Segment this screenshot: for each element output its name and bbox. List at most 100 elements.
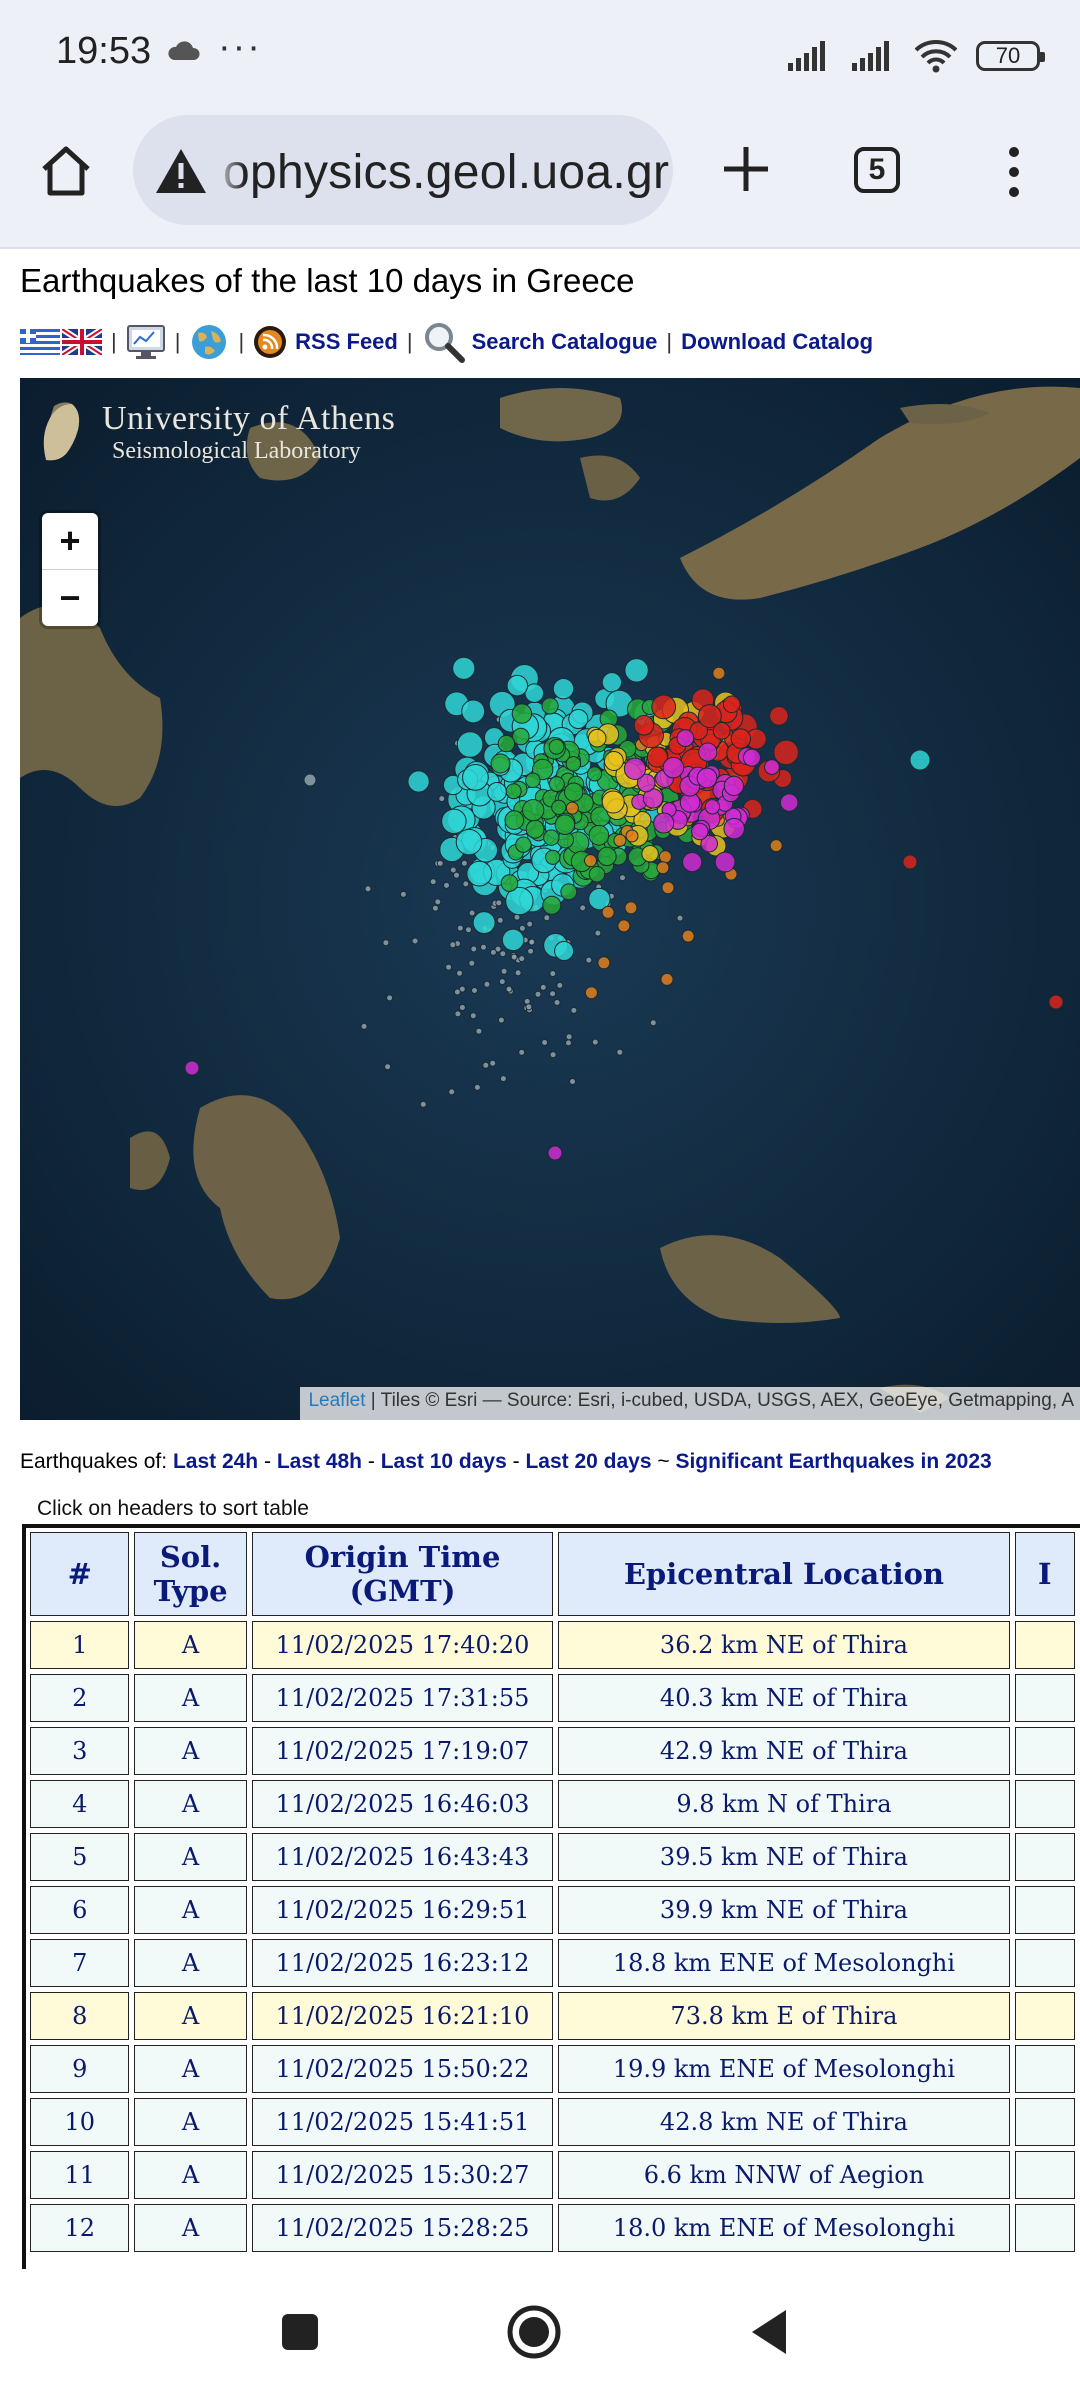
- quake-marker-green[interactable]: [545, 849, 561, 865]
- table-row[interactable]: 7 A 11/02/2025 16:23:12 18.8 km ENE of Meso…: [30, 1939, 1075, 1987]
- quake-marker-orange[interactable]: [769, 839, 783, 853]
- greek-flag-icon[interactable]: [20, 329, 60, 355]
- table-row[interactable]: 8 A 11/02/2025 16:21:10 73.8 km E of Thira: [30, 1992, 1075, 2040]
- quake-marker-orange[interactable]: [584, 854, 597, 868]
- quake-marker-cyan[interactable]: [461, 699, 486, 724]
- quake-marker-small[interactable]: [456, 969, 463, 977]
- quake-marker-orange[interactable]: [658, 850, 672, 864]
- quake-marker-magenta[interactable]: [184, 1060, 200, 1076]
- quake-marker-red[interactable]: [902, 854, 918, 870]
- earthquake-map[interactable]: University of Athens Seismological Labor…: [20, 378, 1080, 1420]
- quake-marker-small[interactable]: [534, 990, 542, 998]
- quake-marker-green[interactable]: [548, 738, 565, 755]
- quake-marker-small[interactable]: [364, 885, 372, 893]
- quake-marker-green[interactable]: [522, 798, 545, 822]
- quake-marker-magenta[interactable]: [723, 775, 745, 797]
- quake-marker-cyan[interactable]: [601, 672, 623, 693]
- quake-marker-cyan[interactable]: [909, 749, 931, 771]
- quake-marker-small[interactable]: [510, 953, 518, 961]
- quake-marker-red[interactable]: [730, 728, 752, 749]
- quake-marker-orange[interactable]: [660, 972, 674, 986]
- quake-marker-small[interactable]: [499, 1075, 507, 1083]
- quake-marker-cyan[interactable]: [441, 808, 467, 835]
- table-row[interactable]: 2 A 11/02/2025 17:31:55 40.3 km NE of Thira: [30, 1674, 1075, 1722]
- quake-marker-small[interactable]: [649, 1019, 657, 1027]
- tab-switcher-button[interactable]: 5: [854, 147, 900, 193]
- table-row[interactable]: 1 A 11/02/2025 17:40:20 36.2 km NE of Thira: [30, 1621, 1075, 1669]
- quake-marker-red[interactable]: [633, 715, 655, 736]
- table-row[interactable]: 12 A 11/02/2025 15:28:25 18.0 km ENE of Mes…: [30, 2204, 1075, 2252]
- quake-marker-small[interactable]: [565, 1033, 573, 1041]
- quake-marker-small[interactable]: [579, 904, 587, 912]
- quake-marker-orange[interactable]: [656, 861, 670, 875]
- quake-marker-magenta[interactable]: [547, 1145, 563, 1161]
- quake-marker-magenta[interactable]: [779, 793, 799, 812]
- quake-marker-small[interactable]: [585, 956, 593, 964]
- quake-marker-green[interactable]: [512, 727, 530, 746]
- quake-marker-cyan[interactable]: [456, 731, 484, 758]
- quake-marker-small[interactable]: [448, 1088, 456, 1096]
- quake-marker-small[interactable]: [454, 1010, 462, 1018]
- quake-marker-cyan[interactable]: [568, 708, 589, 730]
- quake-marker-cyan[interactable]: [487, 781, 507, 802]
- quake-marker-magenta[interactable]: [704, 799, 721, 815]
- quake-marker-cyan[interactable]: [506, 674, 529, 697]
- quake-marker-green[interactable]: [505, 783, 522, 800]
- table-row[interactable]: 5 A 11/02/2025 16:43:43 39.5 km NE of Thira: [30, 1833, 1075, 1881]
- quake-marker-orange[interactable]: [712, 666, 726, 680]
- quake-marker-small[interactable]: [465, 926, 472, 934]
- significant-earthquakes-link[interactable]: Significant Earthquakes in 2023: [675, 1450, 991, 1473]
- quake-marker-red[interactable]: [651, 694, 677, 720]
- quake-marker-small[interactable]: [449, 941, 457, 949]
- quake-marker-small[interactable]: [419, 1100, 427, 1108]
- quake-marker-small[interactable]: [482, 1061, 490, 1069]
- quake-marker-small[interactable]: [475, 1027, 483, 1035]
- quake-marker-small[interactable]: [500, 967, 508, 975]
- quake-marker-small[interactable]: [411, 937, 419, 945]
- quake-marker-orange[interactable]: [617, 919, 631, 933]
- quake-marker-small[interactable]: [480, 943, 487, 951]
- quake-marker-small[interactable]: [458, 1004, 466, 1011]
- quake-marker-green[interactable]: [490, 753, 511, 774]
- quake-marker-small[interactable]: [436, 859, 444, 867]
- quake-marker-magenta[interactable]: [714, 851, 736, 873]
- quake-marker-green[interactable]: [551, 799, 567, 815]
- quake-marker-magenta[interactable]: [662, 756, 685, 779]
- quake-marker-small[interactable]: [429, 878, 437, 886]
- zoom-in-button[interactable]: +: [42, 513, 98, 570]
- quake-marker-small[interactable]: [438, 795, 446, 803]
- quake-marker-small[interactable]: [518, 924, 526, 932]
- quake-marker-magenta[interactable]: [764, 759, 780, 775]
- quake-marker-small[interactable]: [460, 859, 468, 867]
- quake-marker-small[interactable]: [594, 929, 602, 937]
- quake-marker-small[interactable]: [471, 987, 478, 994]
- quake-marker-yellow[interactable]: [601, 790, 625, 814]
- quake-marker-cyan[interactable]: [552, 677, 575, 700]
- leaflet-link[interactable]: Leaflet: [308, 1390, 365, 1411]
- url-text[interactable]: ophysics.geol.uoa.gr: [223, 145, 669, 200]
- header-sol-type[interactable]: Sol. Type: [134, 1532, 247, 1616]
- search-catalogue-link[interactable]: Search Catalogue: [472, 329, 658, 355]
- monitor-chart-icon[interactable]: [126, 323, 166, 361]
- magnifier-icon[interactable]: [422, 320, 466, 364]
- quake-marker-magenta[interactable]: [691, 822, 709, 841]
- quake-marker-small[interactable]: [499, 950, 507, 958]
- quake-marker-small[interactable]: [382, 939, 390, 947]
- quake-marker-small[interactable]: [445, 963, 453, 971]
- quake-marker-small[interactable]: [497, 1016, 505, 1024]
- quake-marker-red[interactable]: [1048, 994, 1064, 1010]
- table-row[interactable]: 10 A 11/02/2025 15:41:51 42.8 km NE of Thir…: [30, 2098, 1075, 2146]
- quake-marker-small[interactable]: [443, 881, 450, 889]
- quake-marker-cyan[interactable]: [466, 860, 493, 887]
- quake-marker-red[interactable]: [773, 739, 799, 766]
- quake-marker-cyan[interactable]: [501, 928, 525, 952]
- quake-marker-green[interactable]: [560, 883, 578, 901]
- quake-marker-green[interactable]: [542, 895, 562, 915]
- quake-marker-yellow[interactable]: [603, 751, 624, 771]
- quake-marker-small[interactable]: [386, 994, 394, 1002]
- quake-marker-small[interactable]: [469, 1012, 477, 1020]
- quake-marker-small[interactable]: [549, 1051, 557, 1059]
- quake-marker-green[interactable]: [597, 846, 617, 867]
- quake-marker-green[interactable]: [588, 824, 610, 846]
- quake-marker-cyan[interactable]: [407, 770, 430, 793]
